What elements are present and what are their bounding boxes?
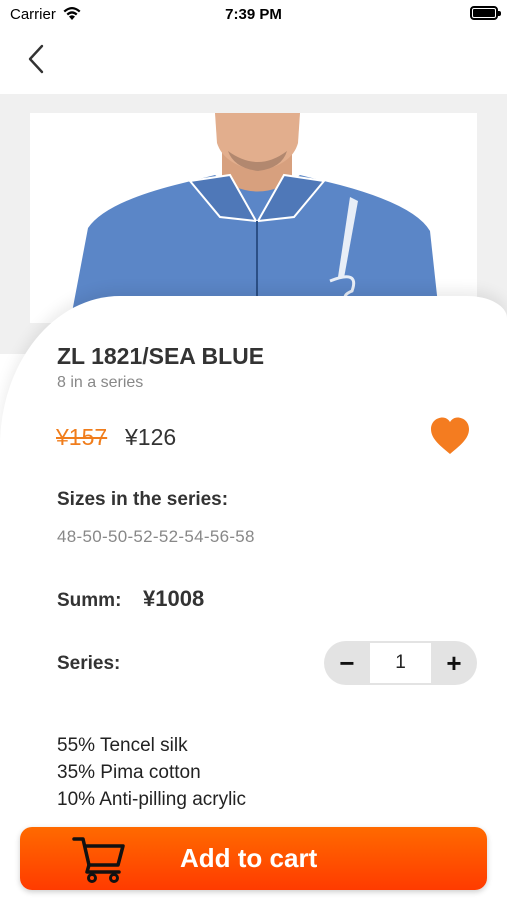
cart-icon (72, 837, 125, 883)
chevron-left-icon[interactable] (18, 42, 58, 82)
sizes-value: 48-50-50-52-52-54-56-58 (57, 527, 255, 546)
sizes-label: Sizes in the series: (57, 489, 229, 510)
status-bar: Carrier 7:39 PM (0, 0, 507, 30)
composition-line: 35% Pima cotton (57, 762, 201, 783)
composition-line: 10% Anti-pilling acrylic (57, 789, 247, 810)
add-to-cart-button[interactable]: Add to cart (20, 827, 487, 890)
add-to-cart-label: Add to cart (180, 843, 318, 873)
navigation-bar (0, 30, 507, 94)
increment-button[interactable]: + (431, 641, 477, 685)
quantity-stepper: − 1 + (324, 641, 477, 685)
battery-icon (470, 6, 501, 20)
series-label: Series: (57, 653, 121, 674)
summ-value: ¥1008 (143, 586, 205, 611)
decrement-button[interactable]: − (324, 641, 370, 685)
product-title: ZL 1821/SEA BLUE (57, 343, 265, 369)
composition-line: 55% Tencel silk (57, 735, 188, 756)
heart-icon[interactable] (428, 414, 472, 458)
quantity-value: 1 (370, 643, 431, 683)
clock-label: 7:39 PM (225, 6, 282, 23)
old-price: ¥157 (56, 424, 108, 450)
composition-list: 55% Tencel silk 35% Pima cotton 10% Anti… (57, 732, 246, 813)
new-price: ¥126 (125, 424, 177, 450)
product-image (30, 113, 477, 323)
summ-label: Summ: (57, 590, 122, 611)
polo-shirt-illustration (70, 113, 440, 323)
series-count: 8 in a series (57, 374, 144, 391)
